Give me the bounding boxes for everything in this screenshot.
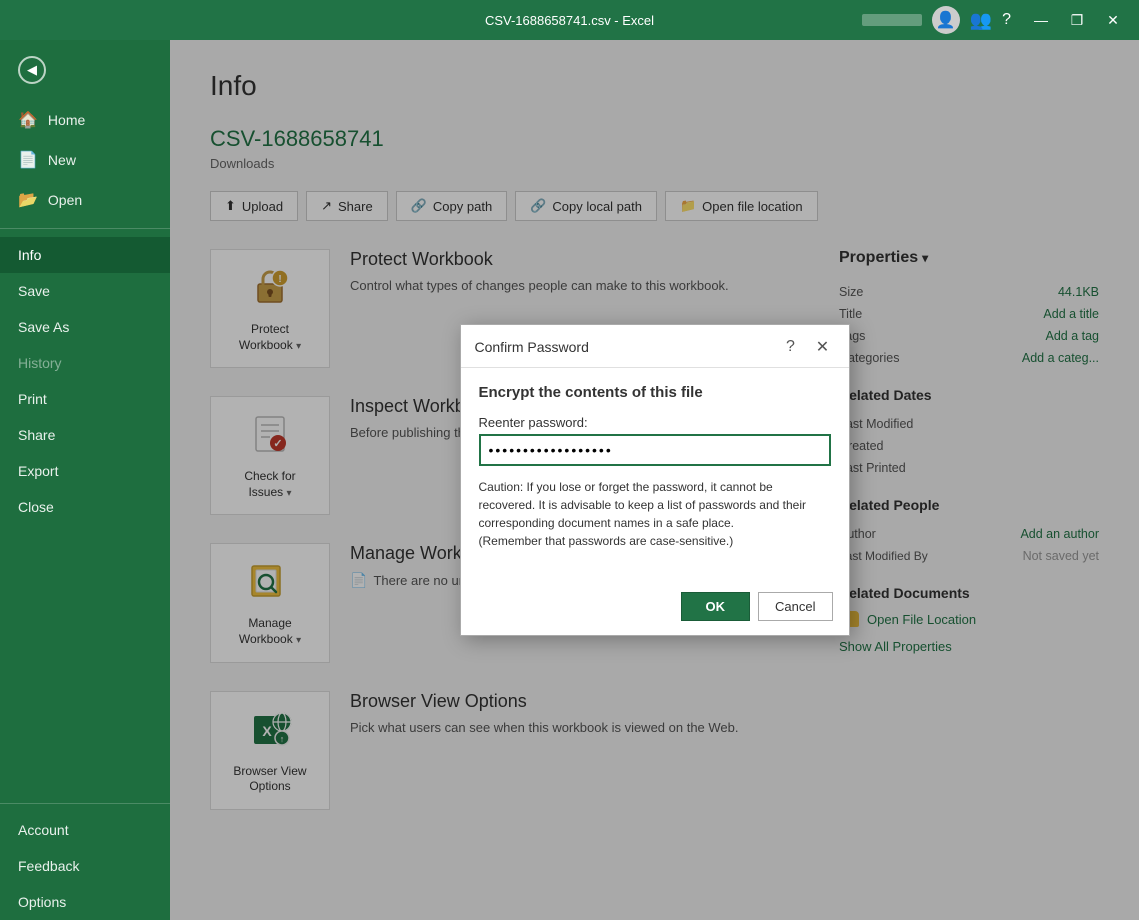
modal-header-icons: ? ✕ bbox=[779, 335, 835, 359]
share-people-icon[interactable]: 👥 bbox=[970, 10, 992, 31]
sidebar-divider-1 bbox=[0, 228, 170, 229]
home-icon: 🏠 bbox=[18, 110, 38, 130]
sidebar-item-home[interactable]: 🏠 Home bbox=[0, 100, 170, 140]
title-bar-controls: 👤 👥 ? — ❐ ✕ bbox=[862, 4, 1129, 36]
modal-heading: Encrypt the contents of this file bbox=[479, 384, 831, 401]
sidebar-item-save[interactable]: Save bbox=[0, 273, 170, 309]
modal-title: Confirm Password bbox=[475, 339, 589, 355]
modal-close-button[interactable]: ✕ bbox=[811, 335, 835, 359]
modal-overlay[interactable]: Confirm Password ? ✕ Encrypt the content… bbox=[170, 40, 1139, 920]
ok-button[interactable]: OK bbox=[681, 592, 751, 621]
sidebar-bottom: Account Feedback Options bbox=[0, 795, 170, 920]
sidebar-item-close[interactable]: Close bbox=[0, 489, 170, 525]
back-button[interactable]: ◀ bbox=[0, 40, 170, 100]
modal-body: Encrypt the contents of this file Reente… bbox=[461, 368, 849, 582]
avatar[interactable]: 👤 bbox=[932, 6, 960, 34]
restore-button[interactable]: ❐ bbox=[1061, 4, 1093, 36]
modal-header: Confirm Password ? ✕ bbox=[461, 325, 849, 368]
sidebar-item-account[interactable]: Account bbox=[0, 812, 170, 848]
sidebar-item-new[interactable]: 📄 New bbox=[0, 140, 170, 180]
sidebar: ◀ 🏠 Home 📄 New 📂 Open Info Save Save As … bbox=[0, 40, 170, 920]
new-icon: 📄 bbox=[18, 150, 38, 170]
sidebar-item-options[interactable]: Options bbox=[0, 884, 170, 920]
reenter-password-input[interactable] bbox=[479, 434, 831, 466]
modal-footer: OK Cancel bbox=[461, 582, 849, 635]
sidebar-item-history[interactable]: History bbox=[0, 345, 170, 381]
title-bar: CSV-1688658741.csv - Excel 👤 👥 ? — ❐ ✕ bbox=[0, 0, 1139, 40]
app-body: ◀ 🏠 Home 📄 New 📂 Open Info Save Save As … bbox=[0, 40, 1139, 920]
open-icon: 📂 bbox=[18, 190, 38, 210]
confirm-password-dialog: Confirm Password ? ✕ Encrypt the content… bbox=[460, 324, 850, 636]
title-bar-title: CSV-1688658741.csv - Excel bbox=[485, 13, 654, 28]
sidebar-item-info[interactable]: Info bbox=[0, 237, 170, 273]
sidebar-item-export[interactable]: Export bbox=[0, 453, 170, 489]
sidebar-item-save-as[interactable]: Save As bbox=[0, 309, 170, 345]
sidebar-item-share[interactable]: Share bbox=[0, 417, 170, 453]
minimize-button[interactable]: — bbox=[1025, 4, 1057, 36]
sidebar-divider-2 bbox=[0, 803, 170, 804]
sidebar-item-feedback[interactable]: Feedback bbox=[0, 848, 170, 884]
close-button[interactable]: ✕ bbox=[1097, 4, 1129, 36]
main-content: Info CSV-1688658741 Downloads ⬆ Upload ↗… bbox=[170, 40, 1139, 920]
help-icon[interactable]: ? bbox=[1002, 11, 1011, 29]
sidebar-item-print[interactable]: Print bbox=[0, 381, 170, 417]
modal-warning-text: Caution: If you lose or forget the passw… bbox=[479, 478, 831, 550]
user-name-blur bbox=[862, 14, 922, 26]
back-circle-icon: ◀ bbox=[18, 56, 46, 84]
modal-help-button[interactable]: ? bbox=[779, 335, 803, 359]
cancel-button[interactable]: Cancel bbox=[758, 592, 832, 621]
password-label: Reenter password: bbox=[479, 415, 831, 430]
sidebar-item-open[interactable]: 📂 Open bbox=[0, 180, 170, 220]
